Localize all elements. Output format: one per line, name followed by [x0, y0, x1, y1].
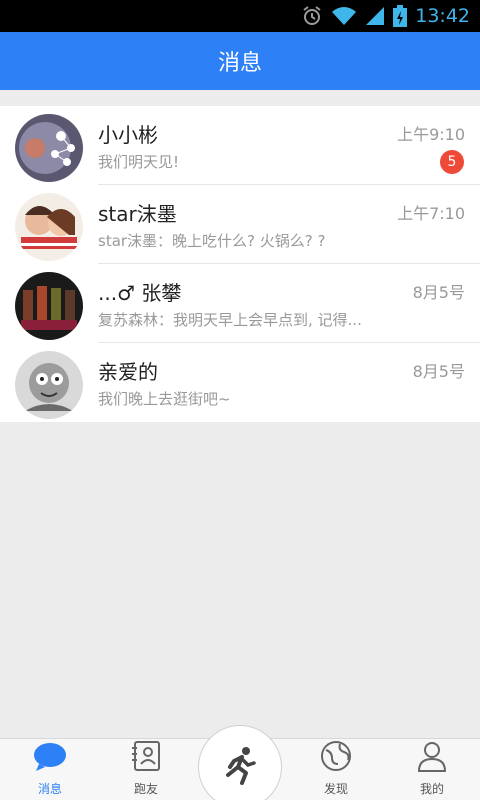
- person-icon: [416, 740, 448, 776]
- message-time: 8月5号: [412, 283, 465, 302]
- contact-name: ...♂ 张攀: [98, 281, 182, 305]
- title-bar: 消息: [0, 32, 480, 90]
- clock-time: 13:42: [415, 5, 470, 27]
- message-time: 上午7:10: [397, 204, 465, 223]
- chat-bubble-icon: [33, 742, 67, 776]
- battery-icon: [393, 5, 408, 27]
- page-title: 消息: [217, 51, 262, 76]
- conversation-row[interactable]: 亲爱的 我们晚上去逛街吧~ 8月5号: [0, 343, 480, 422]
- tab-label: 发现: [323, 782, 348, 796]
- runner-icon: [220, 745, 260, 789]
- tab-profile[interactable]: 我的: [392, 739, 472, 800]
- conversation-row[interactable]: star沫墨 star沫墨：晚上吃什么? 火锅么? ? 上午7:10: [0, 185, 480, 264]
- message-preview: 我们明天见!: [98, 153, 180, 171]
- contact-name: 亲爱的: [98, 360, 158, 384]
- unread-badge: 5: [440, 150, 464, 174]
- start-run-button[interactable]: [198, 725, 282, 800]
- message-preview: 复苏森林：我明天早上会早点到, 记得...: [98, 311, 362, 329]
- message-time: 上午9:10: [397, 125, 465, 144]
- status-bar: 13:42: [0, 0, 480, 32]
- tab-discover[interactable]: 发现: [296, 739, 376, 800]
- tab-running-friends[interactable]: 跑友: [106, 739, 186, 800]
- contact-name: star沫墨: [98, 202, 177, 226]
- avatar: [15, 272, 83, 340]
- conversation-list: 小小彬 我们明天见! 上午9:10 5 star沫墨 star沫墨：晚上吃什么?…: [0, 106, 480, 422]
- bottom-tab-bar: 消息 跑友 发现 我的: [0, 725, 480, 800]
- wifi-icon: [331, 6, 357, 26]
- message-preview: 我们晚上去逛街吧~: [98, 390, 231, 408]
- message-time: 8月5号: [412, 362, 465, 381]
- message-preview: star沫墨：晚上吃什么? 火锅么? ?: [98, 232, 326, 250]
- conversation-row[interactable]: 小小彬 我们明天见! 上午9:10 5: [0, 106, 480, 185]
- conversation-row[interactable]: ...♂ 张攀 复苏森林：我明天早上会早点到, 记得... 8月5号: [0, 264, 480, 343]
- tab-label: 消息: [37, 782, 62, 796]
- tab-label: 跑友: [133, 782, 158, 796]
- contacts-book-icon: [131, 740, 161, 776]
- contact-name: 小小彬: [98, 123, 158, 147]
- tab-label: 我的: [419, 782, 444, 796]
- tab-messages[interactable]: 消息: [10, 739, 90, 800]
- avatar: [15, 351, 83, 419]
- globe-icon: [320, 740, 352, 776]
- avatar: [15, 193, 83, 261]
- avatar: [15, 114, 83, 182]
- signal-icon: [365, 6, 385, 26]
- alarm-icon: [301, 5, 323, 27]
